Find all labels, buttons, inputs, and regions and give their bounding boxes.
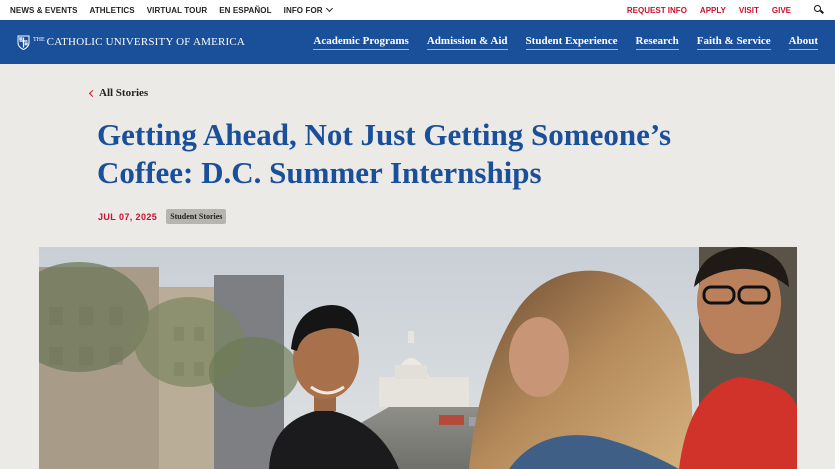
university-logo-link[interactable]: THE CATHOLIC UNIVERSITY OF AMERICA xyxy=(17,35,245,50)
search-icon[interactable] xyxy=(813,4,825,16)
article-date: JUL 07, 2025 xyxy=(98,211,158,222)
virtual-tour-link[interactable]: VIRTUAL TOUR xyxy=(147,6,207,15)
nav-about[interactable]: About xyxy=(788,35,818,50)
nav-student-experience[interactable]: Student Experience xyxy=(525,35,618,50)
chevron-left-icon xyxy=(88,89,97,97)
chevron-down-icon xyxy=(325,4,333,12)
info-for-dropdown[interactable]: INFO FOR xyxy=(283,4,333,15)
visit-link[interactable]: VISIT xyxy=(739,6,759,15)
request-info-link[interactable]: REQUEST INFO xyxy=(627,6,687,15)
article-title: Getting Ahead, Not Just Getting Someone’… xyxy=(97,117,672,190)
nav-admission-aid[interactable]: Admission & Aid xyxy=(426,35,508,50)
give-link[interactable]: GIVE xyxy=(772,6,791,15)
nav-academic-programs[interactable]: Academic Programs xyxy=(313,35,409,50)
utility-left-links: NEWS & EVENTS ATHLETICS VIRTUAL TOUR EN … xyxy=(10,4,344,15)
utility-bar: NEWS & EVENTS ATHLETICS VIRTUAL TOUR EN … xyxy=(0,0,835,20)
all-stories-link[interactable]: All Stories xyxy=(88,87,149,99)
brand-prefix: THE xyxy=(33,37,45,43)
info-for-label: INFO FOR xyxy=(283,5,323,15)
utility-right-links: REQUEST INFO APPLY VISIT GIVE xyxy=(614,4,825,16)
hero-photo-illustration xyxy=(39,247,797,469)
article-meta: JUL 07, 2025 Student Stories xyxy=(98,209,227,224)
brand-name: CATHOLIC UNIVERSITY OF AMERICA xyxy=(46,36,246,48)
nav-faith-service[interactable]: Faith & Service xyxy=(696,35,771,50)
apply-link[interactable]: APPLY xyxy=(700,6,726,15)
shield-logo-icon xyxy=(17,35,30,50)
category-tag[interactable]: Student Stories xyxy=(166,209,227,224)
primary-menu: Academic Programs Admission & Aid Studen… xyxy=(295,35,818,50)
news-events-link[interactable]: NEWS & EVENTS xyxy=(10,6,78,15)
all-stories-label: All Stories xyxy=(99,87,149,99)
athletics-link[interactable]: ATHLETICS xyxy=(90,6,135,15)
en-espanol-link[interactable]: EN ESPAÑOL xyxy=(219,6,271,15)
nav-research[interactable]: Research xyxy=(635,35,679,50)
main-navigation: THE CATHOLIC UNIVERSITY OF AMERICA Acade… xyxy=(0,20,835,64)
hero-image xyxy=(39,247,797,469)
